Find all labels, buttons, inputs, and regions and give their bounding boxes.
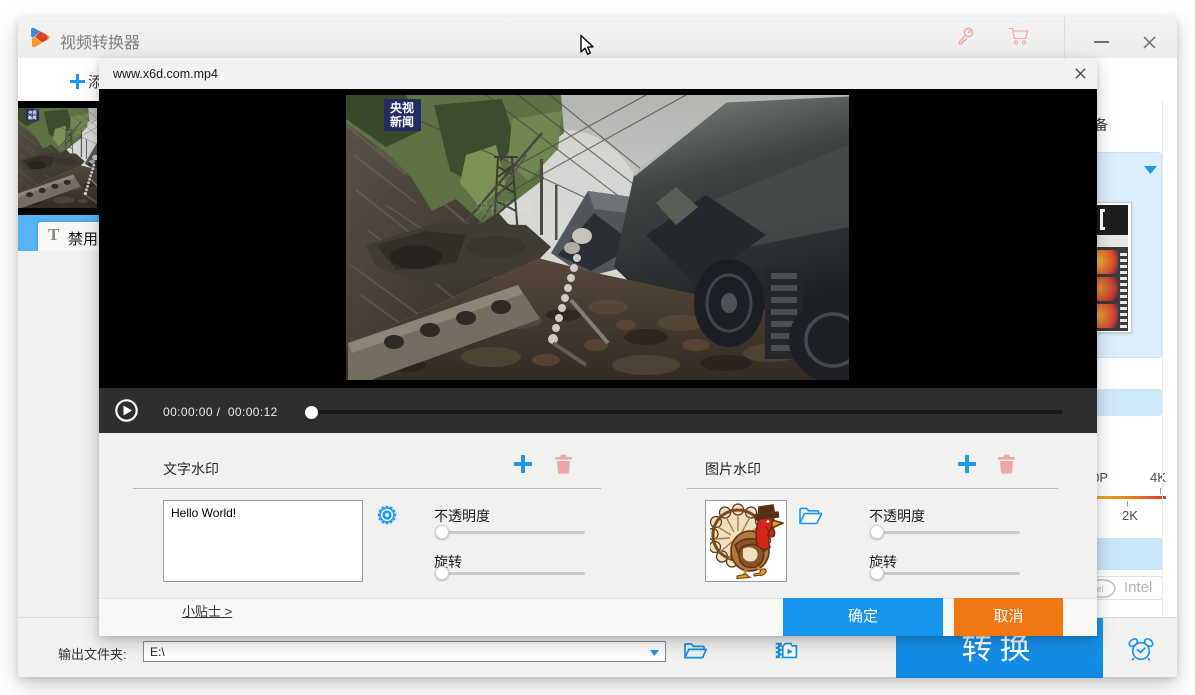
svg-text:央视新闻: 央视新闻	[474, 200, 534, 217]
svg-text:新闻: 新闻	[390, 114, 414, 129]
svg-text:央视: 央视	[390, 100, 414, 115]
